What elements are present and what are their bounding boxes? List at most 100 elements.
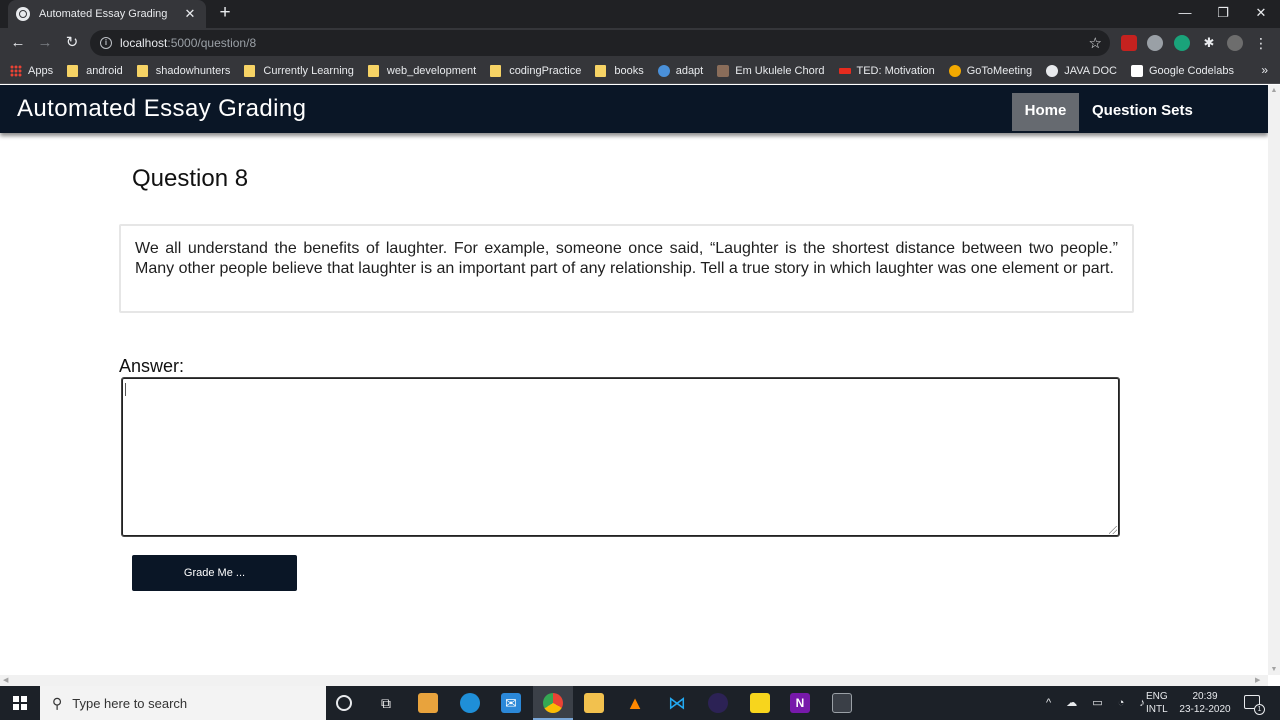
ted-icon [838, 67, 851, 74]
nav-link-question-sets[interactable]: Question Sets [1092, 93, 1193, 131]
close-tab-icon[interactable]: ✕ [182, 6, 198, 22]
nav-link-home[interactable]: Home [1012, 93, 1079, 131]
bookmark-android[interactable]: android [67, 64, 123, 77]
answer-label: Answer: [119, 356, 185, 376]
text-caret [125, 383, 126, 396]
bookmark-label: shadowhunters [155, 64, 231, 77]
bookmark-label: Em Ukulele Chord [735, 64, 825, 77]
clock-time: 20:39 [1192, 691, 1218, 702]
vscode-icon[interactable]: ⋈ [667, 693, 687, 713]
vlc-icon[interactable]: ▲ [625, 693, 645, 713]
bookmark-shadowhunters[interactable]: shadowhunters [136, 64, 231, 77]
bookmark-label: android [86, 64, 123, 77]
folder-icon [490, 64, 502, 77]
onenote-icon[interactable]: N [790, 693, 810, 713]
store-icon[interactable] [418, 693, 438, 713]
back-arrow-icon[interactable]: ← [6, 31, 30, 55]
profile-avatar-icon[interactable] [1227, 35, 1243, 51]
site-brand[interactable]: Automated Essay Grading [17, 95, 306, 123]
new-tab-button[interactable]: + [214, 3, 236, 25]
bookmark-ted-motivation[interactable]: TED: Motivation [838, 64, 935, 77]
cortana-icon[interactable] [336, 695, 352, 711]
scroll-down-icon[interactable]: ▼ [1270, 666, 1278, 673]
question-prompt-text: We all understand the benefits of laught… [135, 240, 1118, 277]
grammarly-extension-icon[interactable] [1174, 35, 1190, 51]
bookmark-gotomeeting[interactable]: GoToMeeting [948, 64, 1032, 77]
globe-icon [16, 7, 30, 21]
bookmark-label: books [614, 64, 644, 77]
bookmark-em-ukulele-chord[interactable]: Em Ukulele Chord [717, 64, 825, 77]
bookmark-star-icon[interactable]: ☆ [1089, 34, 1102, 52]
restore-icon[interactable]: ❐ [1204, 0, 1242, 28]
system-tray-icons[interactable]: ^ ☁ ▭ ◔ ♪ [1046, 696, 1151, 709]
clock[interactable]: 20:39 23-12-2020 [1176, 690, 1234, 720]
tab-strip: Automated Essay Grading ✕ + — ❐ ✕ [0, 0, 1280, 28]
task-view-icon[interactable]: ⧉ [376, 693, 396, 713]
site-icon [657, 64, 670, 77]
bookmark-label: TED: Motivation [856, 64, 935, 77]
bookmark-currently-learning[interactable]: Currently Learning [244, 64, 354, 77]
info-icon[interactable]: i [100, 37, 112, 49]
eclipse-icon[interactable] [708, 693, 728, 713]
language-indicator[interactable]: ENG INTL [1146, 690, 1168, 720]
bookmark-label: Google Codelabs [1148, 64, 1234, 77]
language-line-1: ENG [1146, 691, 1168, 702]
folder-icon [136, 64, 148, 77]
search-icon: ⚲ [52, 694, 63, 711]
bookmark-books[interactable]: books [595, 64, 644, 77]
bookmark-apps[interactable]: Apps [10, 64, 54, 77]
windows-logo-icon [13, 696, 27, 710]
vertical-scrollbar[interactable]: ▲ ▼ [1268, 85, 1280, 675]
codelabs-icon [1130, 64, 1143, 77]
web-page: Automated Essay Grading Home Question Se… [0, 85, 1268, 675]
bookmark-label: JAVA DOC [1064, 64, 1117, 77]
record-extension-icon[interactable] [1147, 35, 1163, 51]
bookmarks-bar: Apps android shadowhunters Currently Lea… [0, 58, 1280, 84]
close-window-icon[interactable]: ✕ [1242, 0, 1280, 28]
bookmark-coding-practice[interactable]: codingPractice [490, 64, 581, 77]
mail-icon[interactable]: ✉ [501, 693, 521, 713]
question-prompt-box: We all understand the benefits of laught… [119, 224, 1134, 313]
site-navbar: Automated Essay Grading Home Question Se… [0, 85, 1268, 133]
extensions-puzzle-icon[interactable]: ✱ [1201, 35, 1217, 51]
bookmark-label: Apps [28, 64, 54, 77]
reload-icon[interactable]: ↻ [60, 31, 84, 55]
chrome-taskbar-active[interactable] [533, 686, 573, 720]
bookmark-google-codelabs[interactable]: Google Codelabs [1130, 64, 1234, 77]
windows-taskbar: ⚲ Type here to search ⧉ ✉ ▲ ⋈ N ^ ☁ ▭ ◔ … [0, 686, 1280, 720]
bookmark-label: web_development [386, 64, 477, 77]
bookmark-label: Currently Learning [263, 64, 354, 77]
language-line-2: INTL [1146, 704, 1168, 715]
scroll-right-icon[interactable]: ▶ [1255, 676, 1260, 684]
scroll-left-icon[interactable]: ◀ [3, 676, 8, 684]
question-title: Question 8 [132, 165, 249, 192]
bookmark-label: adapt [675, 64, 704, 77]
sticky-notes-icon[interactable] [750, 693, 770, 713]
more-bookmarks-icon[interactable]: » [1261, 63, 1268, 77]
browser-tab-active[interactable]: Automated Essay Grading ✕ [8, 0, 206, 28]
edge-icon[interactable] [460, 693, 480, 713]
menu-kebab-icon[interactable]: ⋮ [1253, 35, 1269, 51]
address-bar[interactable]: i localhost:5000/question/8 ☆ [90, 30, 1110, 56]
terminal-icon[interactable] [832, 693, 852, 713]
scroll-up-icon[interactable]: ▲ [1270, 87, 1278, 94]
start-button[interactable] [0, 686, 40, 720]
folder-icon [367, 64, 379, 77]
answer-textarea[interactable] [121, 377, 1120, 537]
bookmark-web-development[interactable]: web_development [367, 64, 477, 77]
horizontal-scrollbar[interactable]: ◀ ▶ [0, 675, 1268, 686]
notification-count-badge: 1 [1254, 704, 1265, 715]
globe-icon [1046, 64, 1059, 77]
pdf-extension-icon[interactable] [1121, 35, 1137, 51]
file-explorer-icon[interactable] [584, 693, 604, 713]
bookmark-adapt[interactable]: adapt [657, 64, 704, 77]
minimize-icon[interactable]: — [1166, 0, 1204, 28]
bookmark-java-doc[interactable]: JAVA DOC [1046, 64, 1117, 77]
taskbar-search[interactable]: ⚲ Type here to search [40, 686, 326, 720]
tab-title: Automated Essay Grading [39, 8, 168, 20]
forward-arrow-icon[interactable]: → [33, 31, 57, 55]
grade-me-button[interactable]: Grade Me ... [132, 555, 297, 591]
folder-icon [244, 64, 256, 77]
folder-icon [595, 64, 607, 77]
chrome-icon [543, 693, 563, 713]
